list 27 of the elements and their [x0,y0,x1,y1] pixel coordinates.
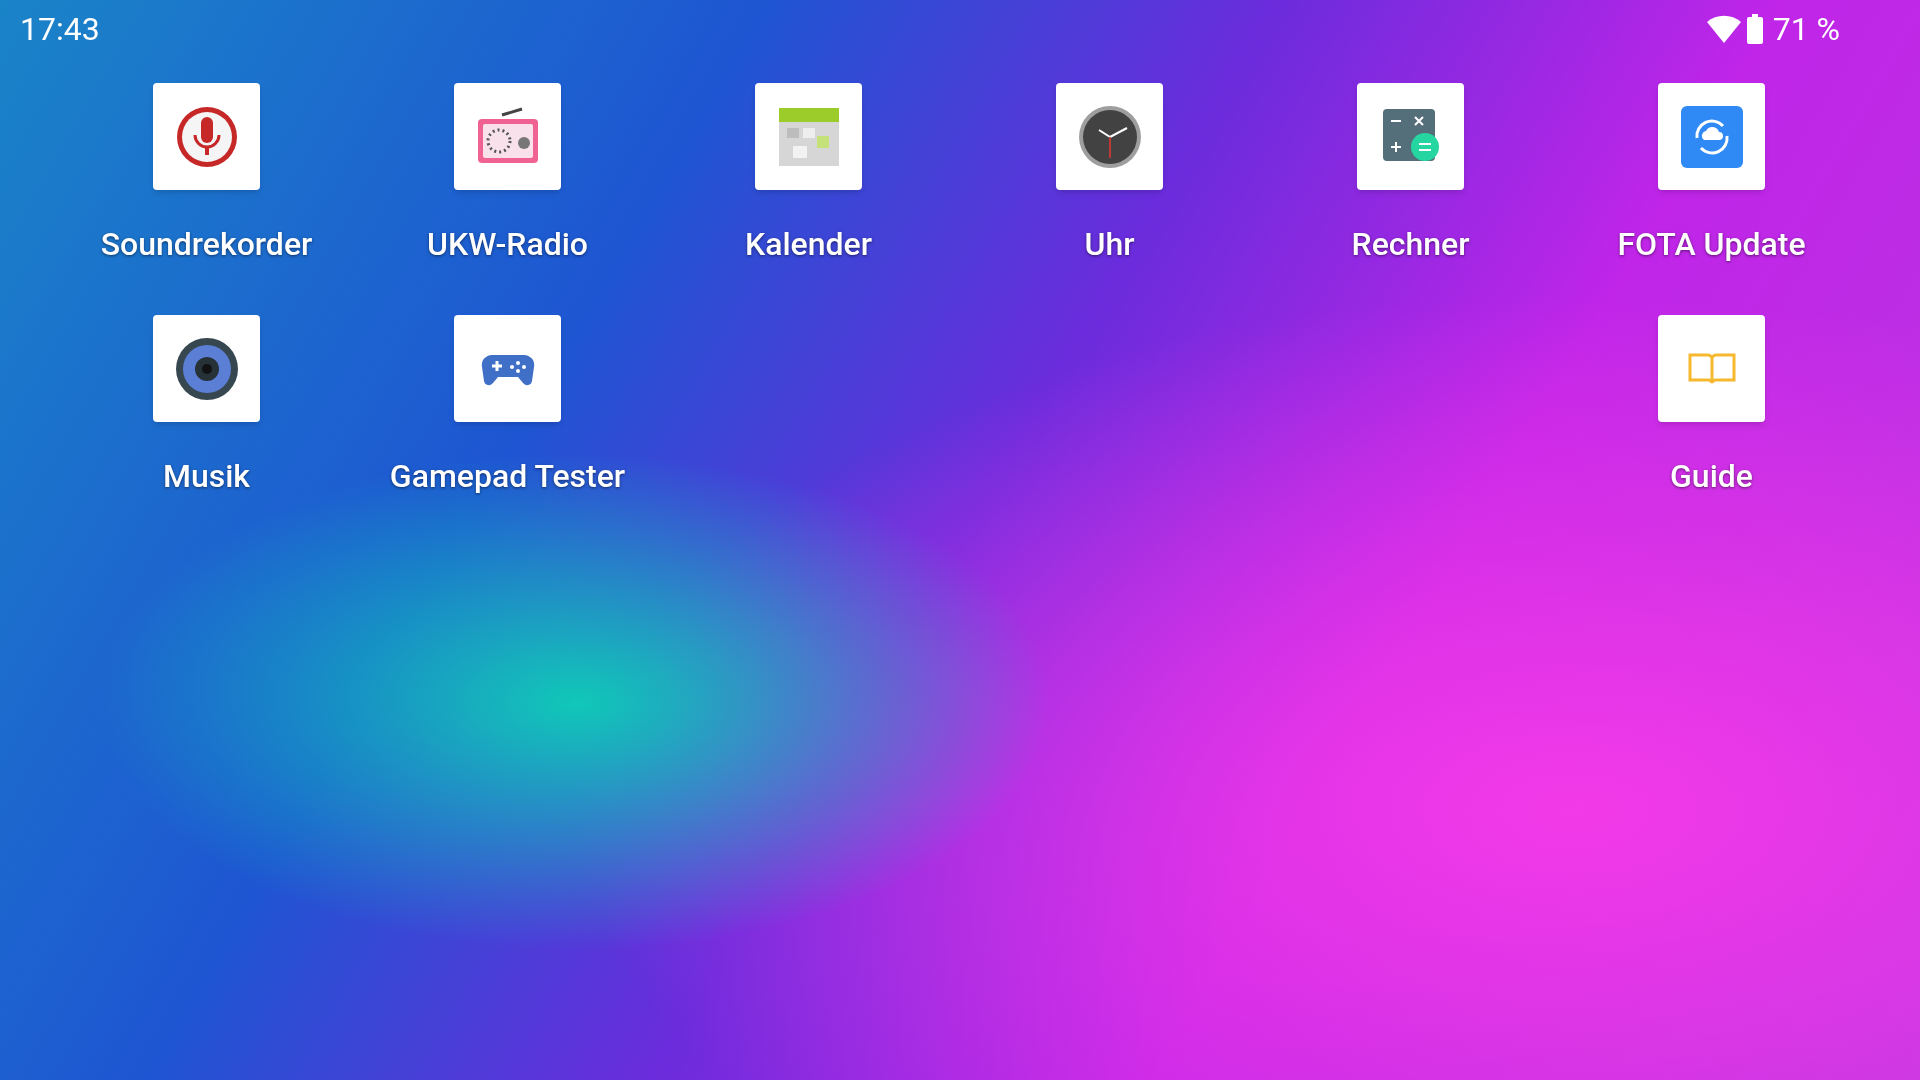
wifi-icon [1706,15,1741,43]
app-label[interactable]: Guide [1670,452,1753,500]
app-icon-tile[interactable] [755,83,862,190]
app-icon-tile[interactable] [1357,83,1464,190]
app-icon-tile[interactable] [1658,83,1765,190]
app-label[interactable]: FOTA Update [1617,220,1806,268]
microphone-icon [174,104,239,169]
battery-icon [1746,14,1763,44]
clock-icon [1076,103,1143,170]
speaker-icon [173,335,240,402]
app-label[interactable]: Uhr [1084,220,1135,268]
app-icon-tile[interactable] [454,315,561,422]
app-label[interactable]: Gamepad Tester [389,452,626,500]
app-label[interactable]: Rechner [1351,220,1470,268]
calendar-icon [776,105,841,168]
app-label[interactable]: Soundrekorder [100,220,313,268]
app-icon-tile[interactable] [454,83,561,190]
app-label[interactable]: Musik [162,452,251,500]
status-time: 17:43 [20,9,100,50]
app-icon-tile[interactable] [153,315,260,422]
app-icon-tile[interactable] [1658,315,1765,422]
battery-percentage: 71 % [1772,9,1840,50]
app-icon-tile[interactable] [1056,83,1163,190]
app-label[interactable]: Kalender [744,220,873,268]
app-icon-tile[interactable] [153,83,260,190]
app-label[interactable]: UKW-Radio [427,220,588,268]
cloud-sync-icon [1678,103,1745,170]
